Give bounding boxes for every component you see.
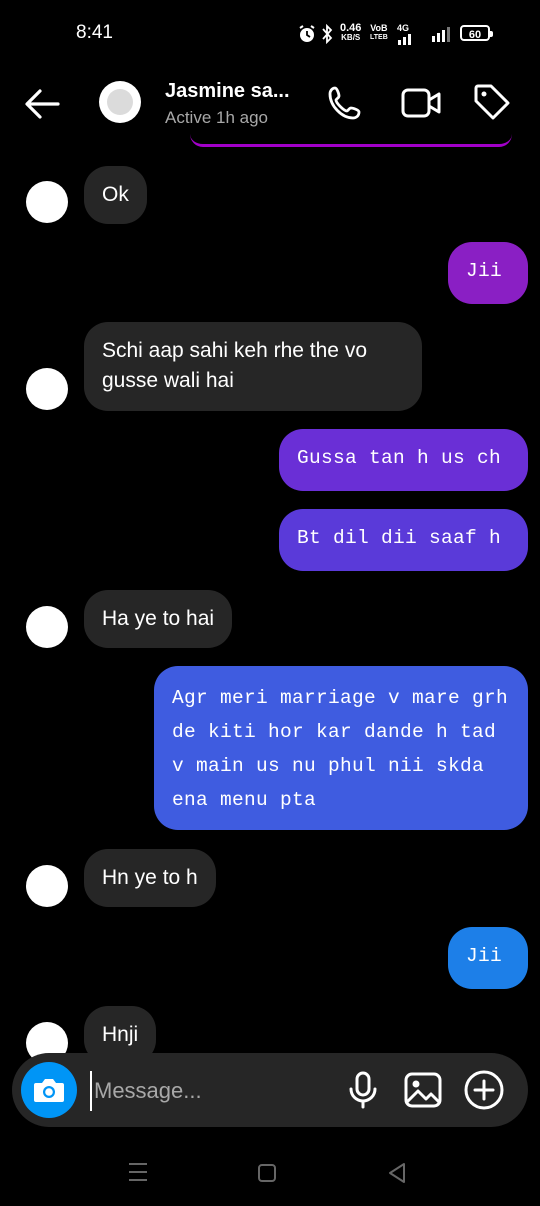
nav-recents-icon[interactable]	[126, 1161, 150, 1183]
message-text: Hnji	[102, 1023, 139, 1046]
video-camera-icon[interactable]	[400, 84, 442, 122]
previous-message-edge	[190, 134, 512, 147]
plus-icon[interactable]	[462, 1068, 506, 1112]
signal-icon	[430, 22, 452, 46]
nav-back-icon[interactable]	[386, 1161, 408, 1185]
incoming-message[interactable]: Hn ye to h	[84, 849, 216, 907]
incoming-message[interactable]: Schi aap sahi keh rhe the vo gusse wali …	[84, 322, 422, 411]
status-time: 8:41	[76, 22, 113, 43]
nav-home-icon[interactable]	[256, 1162, 278, 1184]
phone-icon[interactable]	[326, 84, 364, 122]
incoming-message[interactable]: Ok	[84, 166, 147, 224]
camera-button[interactable]	[21, 1062, 77, 1118]
message-text: Agr meri marriage v mare grh de kiti hor…	[172, 687, 509, 811]
bluetooth-icon	[320, 22, 334, 46]
message-input[interactable]	[90, 1071, 334, 1111]
contact-avatar[interactable]	[99, 81, 141, 123]
net-speed: 0.46 KB/S	[340, 22, 362, 43]
outgoing-message[interactable]: Agr meri marriage v mare grh de kiti hor…	[154, 666, 528, 830]
outgoing-message[interactable]: Bt dil dii saaf h	[279, 509, 528, 571]
net-speed-unit: KB/S	[341, 33, 361, 42]
back-arrow-icon[interactable]	[22, 86, 62, 122]
incoming-message[interactable]: Ha ye to hai	[84, 590, 233, 648]
volte-bottom: LTEB	[370, 34, 388, 41]
contact-name[interactable]: Jasmine sa...	[165, 80, 295, 103]
sender-avatar[interactable]	[26, 368, 68, 410]
volte-top: VoB	[370, 23, 388, 33]
network-4g: 4G	[397, 24, 415, 45]
outgoing-message[interactable]: Jii	[448, 242, 528, 304]
message-text: Schi aap sahi keh rhe the vo gusse wali …	[102, 339, 368, 392]
network-type: 4G	[397, 23, 410, 33]
tag-icon[interactable]	[472, 82, 512, 122]
message-text: Hn ye to h	[102, 866, 198, 889]
message-text: Jii	[466, 945, 503, 967]
sender-avatar[interactable]	[26, 181, 68, 223]
sender-avatar[interactable]	[26, 865, 68, 907]
message-text: Gussa tan h us ch	[297, 447, 502, 469]
contact-status: Active 1h ago	[165, 108, 269, 127]
battery-level: 60	[468, 29, 482, 41]
outgoing-message[interactable]: Gussa tan h us ch	[279, 429, 528, 491]
battery-indicator: 60	[460, 25, 493, 41]
gallery-icon[interactable]	[403, 1071, 443, 1109]
message-text: Jii	[466, 260, 503, 282]
camera-icon	[34, 1079, 64, 1102]
microphone-icon[interactable]	[346, 1070, 380, 1110]
outgoing-message[interactable]: Jii	[448, 927, 528, 989]
net-speed-value: 0.46	[340, 22, 362, 34]
alarm-icon	[296, 22, 318, 46]
message-text: Bt dil dii saaf h	[297, 527, 502, 549]
message-text: Ok	[102, 183, 129, 206]
volte-indicator: VoB LTEB	[370, 24, 388, 42]
sender-avatar[interactable]	[26, 606, 68, 648]
message-text: Ha ye to hai	[102, 607, 215, 630]
